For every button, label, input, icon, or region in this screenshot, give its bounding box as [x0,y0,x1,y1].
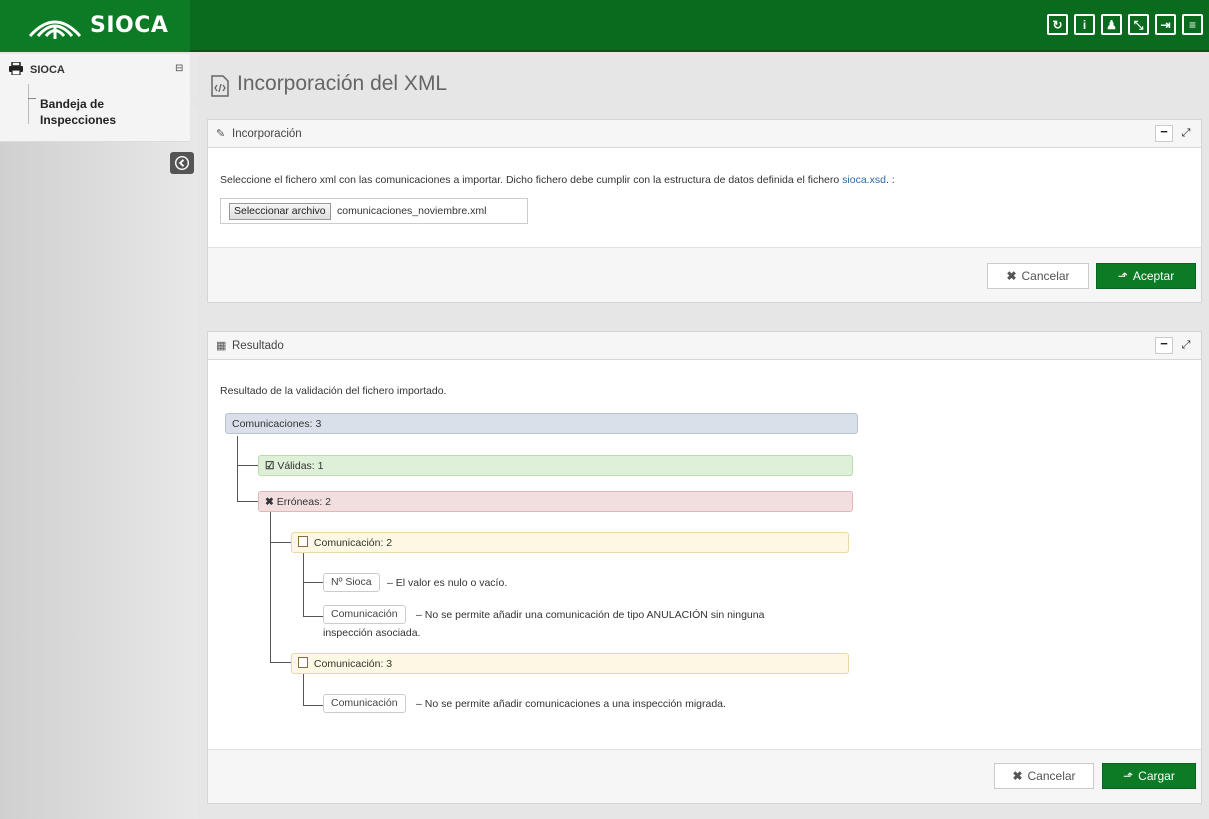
field-tag: Nº Sioca [323,573,380,592]
fullscreen-button[interactable]: ⤡ [1128,14,1149,35]
xml-file-icon [211,75,229,97]
accept-label: Aceptar [1132,269,1175,283]
tree-line [28,84,29,124]
tree-errors-label: Erróneas: 2 [276,496,332,508]
tree-comm-2[interactable]: Comunicación: 2 [291,532,849,553]
xml-file-icon [298,657,308,668]
error-message-continued: inspección asociada. [323,627,421,639]
tree-line [28,98,36,99]
logout-icon: ⇥ [1160,17,1171,32]
cancel-label: Cancelar [1021,269,1070,283]
description-text: Seleccione el fichero xml con las comuni… [220,174,843,186]
tree-comm-label: Comunicación: 2 [313,537,393,549]
error-message: – No se permite añadir una comunicación … [416,609,765,621]
expand-icon[interactable]: ⤢ [1177,125,1195,142]
menu-button[interactable]: ≡ [1182,14,1203,35]
close-icon: ✖ [1012,769,1023,783]
tree-line [237,501,259,502]
file-input[interactable]: Seleccionar archivo comunicaciones_novie… [220,198,528,224]
sidebar-item-bandeja[interactable]: Bandeja de Inspecciones [0,84,190,142]
info-button[interactable]: i [1074,14,1095,35]
minimize-button[interactable]: − [1155,125,1173,142]
close-icon: ✖ [1006,269,1017,283]
load-button[interactable]: ⬏ Cargar [1102,763,1196,789]
check-icon: ☑ [265,460,275,472]
tree-line [270,512,271,662]
panel-title: Incorporación [232,128,302,140]
expand-icon[interactable]: ⤢ [1177,337,1195,354]
close-icon: ✖ [265,496,274,508]
sidebar-title: SIOCA [30,64,65,76]
logout-button[interactable]: ⇥ [1155,14,1176,35]
field-tag: Comunicación [323,694,406,713]
tree-line [303,674,304,705]
xsd-link[interactable]: sioca.xsd [842,174,886,186]
sidebar-header[interactable]: SIOCA ⊟ [0,54,190,84]
fullscreen-icon: ⤡ [1133,17,1144,32]
panel-description: Seleccione el fichero xml con las comuni… [220,174,895,186]
xml-file-icon [298,536,308,547]
tree-line [303,552,304,617]
refresh-icon: ↻ [1052,17,1063,32]
user-icon: ♟ [1106,17,1117,32]
active-indicator [190,90,200,114]
tree-line [237,465,259,466]
top-bar: SIOCA ↻ i ♟ ⤡ ⇥ ≡ [0,0,1209,52]
panel-footer: ✖ Cancelar ⬏ Aceptar [208,247,1201,302]
tree-line [237,436,238,502]
select-file-button[interactable]: Seleccionar archivo [229,203,331,220]
tree-root-label: Comunicaciones: 3 [232,418,322,430]
info-icon: i [1082,17,1087,32]
panel-header: ✎ Incorporación − ⤢ [208,120,1201,148]
collapse-icon[interactable]: ⊟ [175,63,183,74]
printer-icon [9,62,23,75]
tree-line [303,705,323,706]
tree-errors[interactable]: ✖ Erróneas: 2 [258,491,853,512]
app-name: SIOCA [90,13,169,38]
tree-valid[interactable]: ☑ Válidas: 1 [258,455,853,476]
panel-title: Resultado [232,340,284,352]
cancel-label: Cancelar [1027,769,1076,783]
cancel-button[interactable]: ✖ Cancelar [987,263,1089,289]
chevron-left-icon [175,156,189,170]
tree-comm-label: Comunicación: 3 [313,658,393,670]
edit-icon: ✎ [216,128,226,140]
menu-icon: ≡ [1188,17,1196,32]
field-tag: Comunicación [323,605,406,624]
sidebar: SIOCA ⊟ Bandeja de Inspecciones [0,54,200,819]
sidebar-toggle-button[interactable] [170,152,194,174]
junta-logo-icon [28,20,82,39]
error-message: – El valor es nulo o vacío. [387,577,508,589]
page-title: Incorporación del XML [237,72,448,95]
resultado-panel: ▦ Resultado − ⤢ Resultado de la validaci… [207,331,1202,804]
tree-line [303,582,323,583]
table-icon: ▦ [216,340,227,352]
incorporacion-panel: ✎ Incorporación − ⤢ Seleccione el ficher… [207,119,1202,303]
upload-icon: ⬏ [1117,269,1128,283]
upload-icon: ⬏ [1123,769,1134,783]
description-suffix: . : [885,174,895,186]
tree-line [270,542,292,543]
logo[interactable]: SIOCA [0,0,190,52]
load-label: Cargar [1138,769,1175,783]
cancel-button[interactable]: ✖ Cancelar [994,763,1094,789]
accept-button[interactable]: ⬏ Aceptar [1096,263,1196,289]
sidebar-item-label: Bandeja de Inspecciones [40,97,117,127]
user-button[interactable]: ♟ [1101,14,1122,35]
error-message: – No se permite añadir comunicaciones a … [416,698,726,710]
panel-footer: ✖ Cancelar ⬏ Cargar [208,749,1201,803]
panel-description: Resultado de la validación del fichero i… [220,385,447,397]
refresh-button[interactable]: ↻ [1047,14,1068,35]
tree-valid-label: Válidas: 1 [277,460,324,472]
tree-comm-3[interactable]: Comunicación: 3 [291,653,849,674]
tree-root[interactable]: Comunicaciones: 3 [225,413,858,434]
tree-line [303,616,323,617]
file-name: comunicaciones_noviembre.xml [337,205,487,217]
panel-header: ▦ Resultado − ⤢ [208,332,1201,360]
tree-line [270,662,292,663]
minimize-button[interactable]: − [1155,337,1173,354]
